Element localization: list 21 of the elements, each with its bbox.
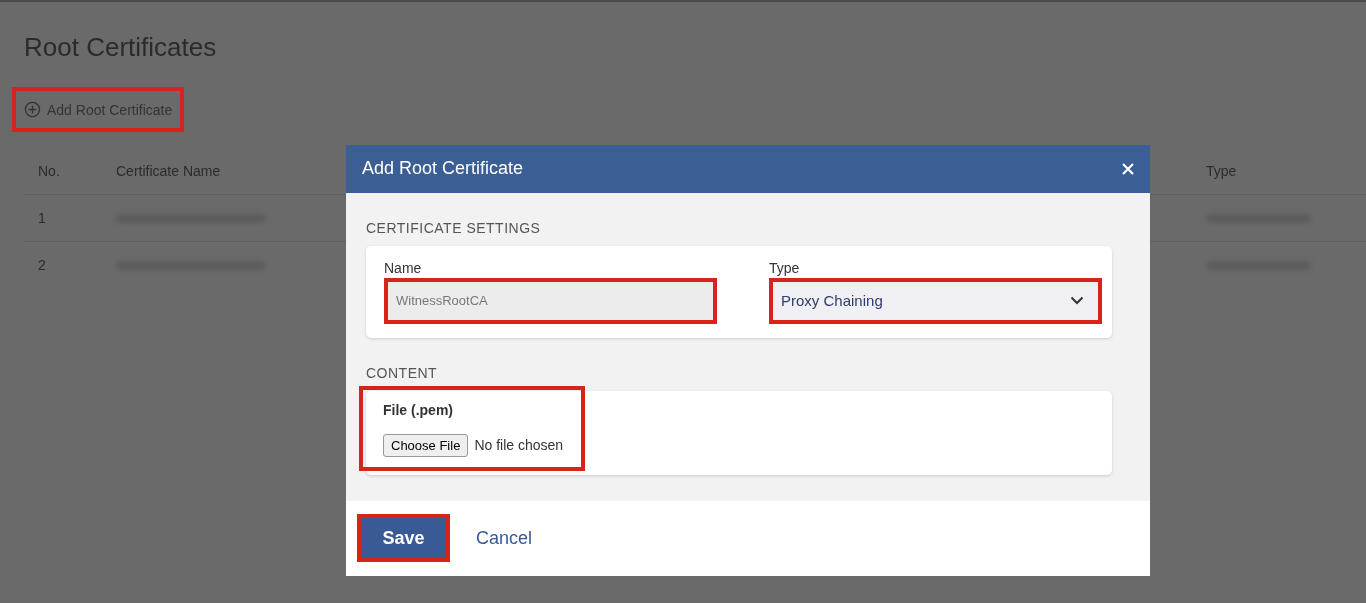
column-header: Type <box>1206 163 1237 179</box>
table-cell: 1 <box>38 210 46 226</box>
table-cell: 2 <box>38 257 46 273</box>
choose-file-button[interactable]: Choose File <box>383 433 469 457</box>
field-label: Type <box>769 259 801 276</box>
section-heading: CONTENT <box>366 364 438 381</box>
field-label: File (.pem) <box>383 401 454 418</box>
cancel-link[interactable]: Cancel <box>470 526 539 550</box>
field-label: Name <box>384 259 423 276</box>
save-button[interactable]: Save <box>361 518 446 559</box>
column-header: Certificate Name <box>116 163 221 179</box>
close-icon[interactable] <box>1122 162 1134 175</box>
type-dropdown[interactable]: Proxy Chaining <box>773 281 1098 320</box>
column-header: No. <box>38 163 60 179</box>
plus-circle-icon <box>24 101 41 118</box>
name-field[interactable]: WitnessRootCA <box>388 281 713 320</box>
chevron-down-icon <box>1070 296 1084 306</box>
page-title: Root Certificates <box>24 32 217 63</box>
file-status: No file chosen <box>474 437 564 454</box>
section-heading: CERTIFICATE SETTINGS <box>366 219 541 236</box>
dialog-title: Add Root Certificate <box>362 158 524 180</box>
